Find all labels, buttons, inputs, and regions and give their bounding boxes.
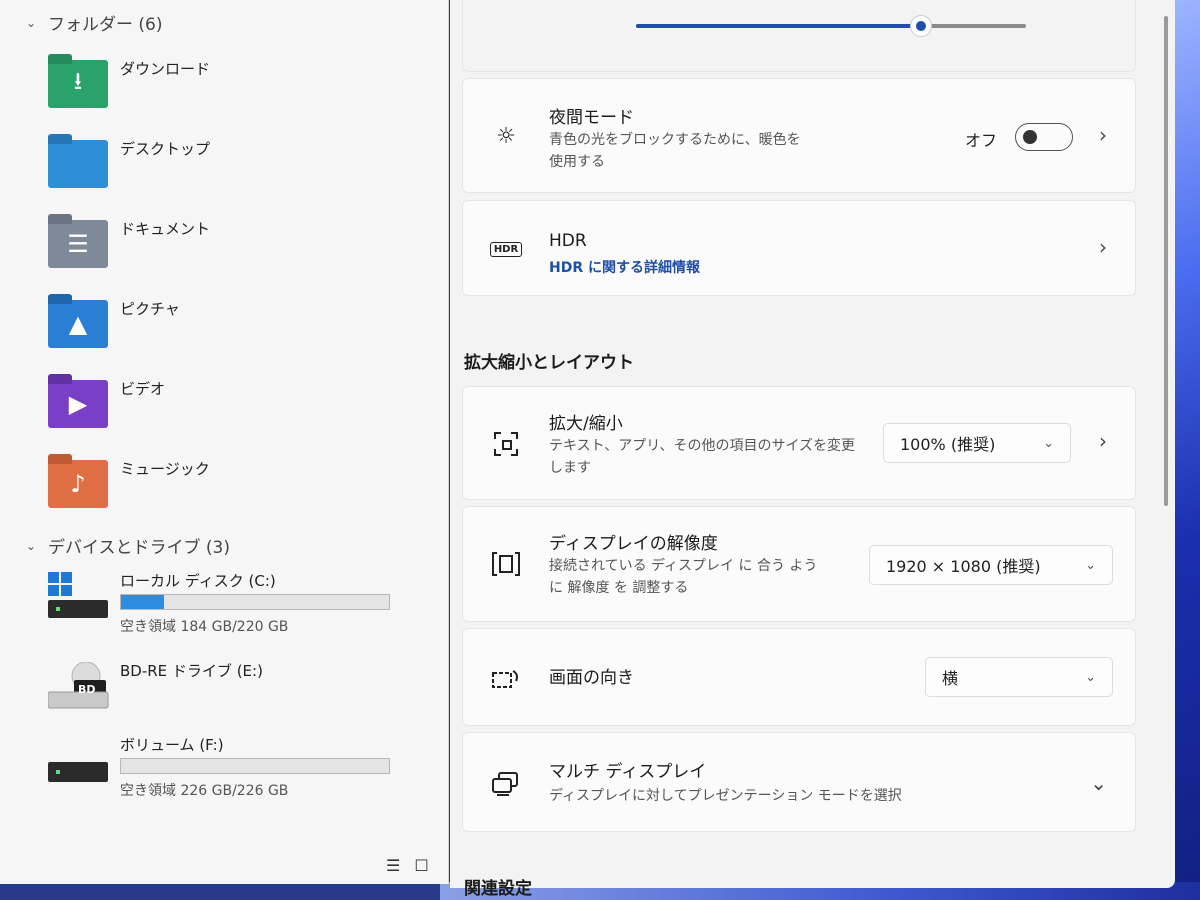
scale-desc-line1: テキスト、アプリ、その他の項目のサイズを変更 — [549, 438, 856, 454]
multi-display-desc: ディスプレイに対してプレゼンテーション モードを選択 — [549, 788, 902, 804]
folder-item-pictures[interactable]: ▲ ピクチャ — [48, 294, 180, 348]
orientation-title: 画面の向き — [549, 668, 634, 688]
chevron-down-icon: ⌄ — [1043, 435, 1054, 451]
brightness-sun-icon: ☼ — [496, 123, 516, 149]
orientation-dropdown[interactable]: 横 ⌄ — [925, 657, 1113, 697]
scale-desc-line2: します — [549, 460, 591, 476]
scale-layout-heading: 拡大縮小とレイアウト — [464, 353, 634, 373]
folder-label: ビデオ — [120, 380, 166, 398]
night-mode-title: 夜間モード — [549, 108, 634, 128]
scale-card[interactable]: 拡大/縮小 テキスト、アプリ、その他の項目のサイズを変更 します 100% (推… — [462, 386, 1136, 500]
volume-drive-icon — [48, 762, 108, 782]
folder-item-music[interactable]: ♪ ミュージック — [48, 454, 210, 508]
night-mode-toggle[interactable] — [1015, 123, 1073, 151]
multi-display-icon — [489, 767, 523, 801]
chevron-right-icon[interactable]: › — [1099, 429, 1107, 453]
multi-display-card[interactable]: マルチ ディスプレイ ディスプレイに対してプレゼンテーション モードを選択 ⌄ — [462, 732, 1136, 832]
display-settings-pane: ☼ 夜間モード 青色の光をブロックするために、暖色を 使用する オフ › HDR… — [450, 0, 1175, 899]
related-settings-heading: 関連設定 — [464, 879, 532, 899]
details-view-icon[interactable]: ☰ — [386, 856, 400, 875]
bd-badge: BD — [78, 683, 96, 696]
scale-icon — [489, 427, 523, 461]
folder-label: ドキュメント — [120, 220, 211, 238]
chevron-down-icon[interactable]: ⌄ — [26, 539, 40, 553]
resolution-desc-line2: に 解像度 を 調整する — [549, 580, 689, 596]
music-folder-icon: ♪ — [48, 454, 108, 508]
orientation-dropdown-value: 横 — [942, 669, 959, 688]
folder-item-documents[interactable]: ☰ ドキュメント — [48, 214, 211, 268]
drives-group-label: デバイスとドライブ (3) — [48, 538, 230, 558]
folder-label: ダウンロード — [120, 60, 211, 78]
drive-name: ローカル ディスク (C:) — [120, 572, 276, 590]
chevron-down-icon: ⌄ — [1085, 669, 1096, 685]
brightness-slider-fill — [636, 24, 921, 28]
scale-title: 拡大/縮小 — [549, 414, 623, 434]
drive-name: ボリューム (F:) — [120, 736, 224, 754]
brightness-slider-thumb[interactable] — [909, 15, 932, 37]
brightness-card — [462, 0, 1136, 72]
windows-drive-icon — [48, 572, 108, 618]
pictures-folder-icon: ▲ — [48, 294, 108, 348]
resolution-icon — [489, 547, 523, 581]
chevron-right-icon[interactable]: › — [1099, 235, 1107, 259]
videos-folder-icon: ▶ — [48, 374, 108, 428]
hdr-card[interactable]: HDR HDR HDR に関する詳細情報 › — [462, 200, 1136, 296]
download-folder-icon: ⭳ — [48, 54, 108, 108]
chevron-down-icon[interactable]: ⌄ — [26, 16, 40, 30]
file-explorer-pane: ⌄ フォルダー (6) ⭳ ダウンロード デスクトップ ☰ ドキュメント ▲ ピ… — [0, 0, 449, 884]
resolution-card[interactable]: ディスプレイの解像度 接続されている ディスプレイ に 合う よう に 解像度 … — [462, 506, 1136, 622]
chevron-down-icon: ⌄ — [1085, 557, 1096, 573]
folder-label: ミュージック — [120, 460, 210, 478]
drive-usage-bar — [120, 758, 390, 774]
night-mode-state: オフ — [965, 131, 998, 150]
folder-item-desktop[interactable]: デスクトップ — [48, 134, 211, 188]
hdr-title: HDR — [549, 231, 587, 251]
scale-dropdown[interactable]: 100% (推奨) ⌄ — [883, 423, 1071, 463]
orientation-icon — [489, 661, 523, 695]
drive-name: BD-RE ドライブ (E:) — [120, 662, 263, 680]
documents-folder-icon: ☰ — [48, 214, 108, 268]
folders-group-label: フォルダー (6) — [48, 15, 163, 35]
drive-free-space: 空き領域 184 GB/220 GB — [120, 619, 289, 635]
resolution-dropdown-value: 1920 × 1080 (推奨) — [886, 557, 1041, 576]
brightness-slider[interactable] — [636, 15, 1026, 37]
folders-group-header[interactable]: ⌄ フォルダー (6) — [26, 10, 162, 35]
drive-free-space: 空き領域 226 GB/226 GB — [120, 783, 289, 799]
desktop-folder-icon — [48, 134, 108, 188]
night-mode-desc-line1: 青色の光をブロックするために、暖色を — [549, 132, 801, 148]
drives-group-header[interactable]: ⌄ デバイスとドライブ (3) — [26, 533, 230, 558]
drive-usage-bar — [120, 594, 390, 610]
folder-item-videos[interactable]: ▶ ビデオ — [48, 374, 166, 428]
resolution-desc-line1: 接続されている ディスプレイ に 合う よう — [549, 558, 818, 574]
tiles-view-icon[interactable]: ☐ — [414, 856, 428, 875]
folder-label: ピクチャ — [120, 300, 180, 318]
view-toggle-group: ☰ ☐ — [386, 856, 429, 875]
resolution-dropdown[interactable]: 1920 × 1080 (推奨) ⌄ — [869, 545, 1113, 585]
drive-usage-fill — [121, 595, 164, 609]
scale-dropdown-value: 100% (推奨) — [900, 435, 996, 454]
settings-scrollbar[interactable] — [1164, 16, 1168, 506]
hdr-info-link[interactable]: HDR に関する詳細情報 — [549, 257, 700, 277]
night-mode-card[interactable]: ☼ 夜間モード 青色の光をブロックするために、暖色を 使用する オフ › — [462, 78, 1136, 193]
hdr-icon: HDR — [489, 232, 523, 266]
orientation-card[interactable]: 画面の向き 横 ⌄ — [462, 628, 1136, 726]
folder-item-downloads[interactable]: ⭳ ダウンロード — [48, 54, 211, 108]
folder-label: デスクトップ — [120, 140, 211, 158]
multi-display-title: マルチ ディスプレイ — [549, 762, 707, 782]
chevron-down-icon[interactable]: ⌄ — [1090, 771, 1107, 795]
chevron-right-icon[interactable]: › — [1099, 123, 1107, 147]
night-mode-desc-line2: 使用する — [549, 154, 605, 170]
resolution-title: ディスプレイの解像度 — [549, 534, 718, 554]
